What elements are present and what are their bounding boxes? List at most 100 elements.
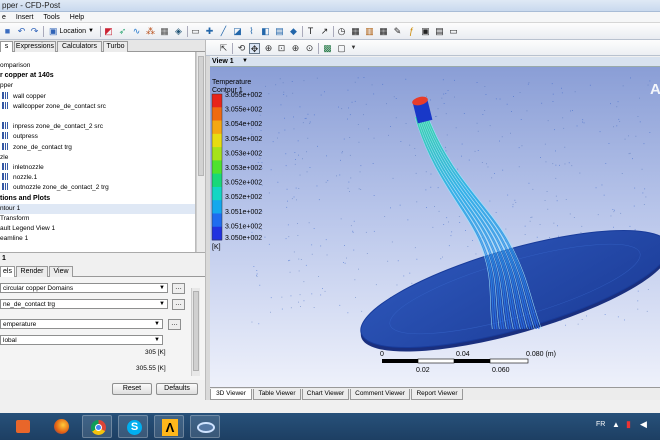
- vector-icon[interactable]: ➶: [117, 26, 128, 37]
- scrollbar-thumb[interactable]: [198, 56, 204, 176]
- taskbar-media-player[interactable]: [8, 415, 38, 438]
- menu-item-insert[interactable]: Insert: [16, 12, 34, 22]
- locations-select[interactable]: ne_de_contact trg ▼: [0, 299, 168, 309]
- tree-item[interactable]: Transform: [0, 214, 195, 224]
- tree-item[interactable]: eamline 1: [0, 234, 195, 244]
- tab-calculators[interactable]: Calculators: [57, 41, 102, 52]
- domains-select[interactable]: circular copper Domains ▼: [0, 283, 168, 293]
- save-icon[interactable]: ■: [2, 26, 13, 37]
- particle: [443, 93, 445, 95]
- domains-browse-button[interactable]: …: [172, 283, 185, 294]
- language-indicator[interactable]: FR: [596, 421, 605, 428]
- tree-scrollbar[interactable]: [196, 52, 205, 252]
- coordinate-frame-icon[interactable]: ↗: [319, 26, 330, 37]
- tree-item[interactable]: zle: [0, 153, 195, 163]
- reset-button[interactable]: Reset: [112, 383, 152, 395]
- contour-icon[interactable]: ◩: [103, 26, 114, 37]
- clock-icon[interactable]: ◷: [336, 26, 347, 37]
- taskbar-skype[interactable]: S: [118, 415, 148, 438]
- chevron-up-icon[interactable]: ▲: [612, 420, 620, 429]
- tab-view[interactable]: View: [49, 266, 73, 277]
- line-icon[interactable]: ╱: [218, 26, 229, 37]
- taskbar-firefox[interactable]: [46, 415, 76, 438]
- comment-icon[interactable]: ✎: [392, 26, 403, 37]
- plane-icon[interactable]: ▭: [190, 26, 201, 37]
- tree-item[interactable]: tions and Plots: [0, 194, 195, 204]
- zoom-box-icon[interactable]: ⊡: [276, 43, 287, 54]
- variable-icon[interactable]: ▣: [420, 26, 431, 37]
- surface-icon[interactable]: ◪: [232, 26, 243, 37]
- tree-item[interactable]: ault Legend View 1: [0, 224, 195, 234]
- tree-item[interactable]: outnozzle zone_de_contact_2 trg: [0, 183, 195, 193]
- taskbar-chrome[interactable]: [82, 415, 112, 438]
- tree-item[interactable]: wall copper: [0, 91, 195, 102]
- tab-turbo[interactable]: Turbo: [103, 41, 128, 52]
- particle: [628, 153, 630, 155]
- user-surface-icon[interactable]: ◧: [260, 26, 271, 37]
- chart-icon[interactable]: ▥: [364, 26, 375, 37]
- streamline-icon[interactable]: ∿: [131, 26, 142, 37]
- tree-item[interactable]: outpress: [0, 132, 195, 142]
- details-scrollbar[interactable]: [191, 288, 200, 376]
- polyline-icon[interactable]: ⌇: [246, 26, 257, 37]
- surface-group-icon[interactable]: ▤: [274, 26, 285, 37]
- undo-icon[interactable]: ↶: [16, 26, 27, 37]
- taskbar-ansys[interactable]: Λ: [154, 415, 184, 438]
- chevron-down-icon[interactable]: ▼: [348, 43, 359, 54]
- layout-icon[interactable]: ▢: [336, 43, 347, 54]
- rotate-icon[interactable]: ⟲: [236, 43, 247, 54]
- tab-render[interactable]: Render: [16, 266, 48, 277]
- command-icon[interactable]: ▭: [448, 26, 459, 37]
- tree-item[interactable]: omparison: [0, 61, 195, 71]
- tree-item[interactable]: inletnozzle: [0, 163, 195, 173]
- fit-view-icon[interactable]: ⊙: [304, 43, 315, 54]
- variable-browse-button[interactable]: …: [168, 319, 181, 330]
- menu-item-edit[interactable]: e: [2, 12, 6, 22]
- isosurface-icon[interactable]: ◈: [173, 26, 184, 37]
- defaults-button[interactable]: Defaults: [156, 383, 198, 395]
- tab-chart-viewer[interactable]: Chart Viewer: [302, 389, 349, 400]
- volume-icon[interactable]: ◀: [640, 419, 647, 430]
- location-dropdown[interactable]: ▣ Location ▼: [46, 25, 97, 38]
- network-icon[interactable]: ▮: [626, 419, 631, 430]
- view-selector[interactable]: View 1 ▼: [210, 57, 660, 67]
- tab-table-viewer[interactable]: Table Viewer: [253, 389, 301, 400]
- tree-item[interactable]: zone_de_contact trg: [0, 142, 195, 153]
- tab-expressions[interactable]: Expressions: [14, 41, 56, 52]
- tab-3d-viewer[interactable]: 3D Viewer: [210, 389, 252, 400]
- table-icon[interactable]: ▦: [378, 26, 389, 37]
- text-icon[interactable]: T: [305, 26, 316, 37]
- tree-item[interactable]: ntour 1: [0, 203, 195, 214]
- particle-track-icon[interactable]: ⁂: [145, 26, 156, 37]
- macro-icon[interactable]: ▤: [434, 26, 445, 37]
- pan-icon[interactable]: ✥: [249, 43, 260, 54]
- volume-icon[interactable]: ◆: [288, 26, 299, 37]
- menu-item-tools[interactable]: Tools: [43, 12, 59, 22]
- particle: [405, 123, 407, 124]
- menu-item-help[interactable]: Help: [70, 12, 84, 22]
- taskbar-cfd-post[interactable]: [190, 415, 220, 438]
- tab-report-viewer[interactable]: Report Viewer: [411, 389, 463, 400]
- tree-item[interactable]: inpress zone_de_contact_2 src: [0, 122, 195, 132]
- scrollbar-thumb[interactable]: [193, 291, 199, 371]
- calculator-icon[interactable]: ▦: [350, 26, 361, 37]
- point-icon[interactable]: ✚: [204, 26, 215, 37]
- variable-select[interactable]: emperature ▼: [0, 319, 163, 329]
- tab-comment-viewer[interactable]: Comment Viewer: [350, 389, 410, 400]
- tree-item[interactable]: nozzle.1: [0, 173, 195, 183]
- redo-icon[interactable]: ↷: [29, 26, 40, 37]
- range-select[interactable]: lobal ▼: [0, 335, 163, 345]
- 3d-viewport[interactable]: Temperature Contour 1 3.055e+002 3.055e+0…: [210, 67, 660, 387]
- tree-item[interactable]: pper: [0, 81, 195, 91]
- tree-item[interactable]: [0, 112, 195, 122]
- zoom-icon[interactable]: ⊕: [263, 43, 274, 54]
- select-icon[interactable]: ⇱: [218, 43, 229, 54]
- zoom-in-icon[interactable]: ⊕: [290, 43, 301, 54]
- volume-rendering-icon[interactable]: ▦: [159, 26, 170, 37]
- tree-item[interactable]: r copper at 140s: [0, 71, 195, 81]
- locations-browse-button[interactable]: …: [172, 299, 185, 310]
- expression-icon[interactable]: ƒ: [406, 26, 417, 37]
- tree-item[interactable]: wallcopper zone_de_contact src: [0, 101, 195, 112]
- cfd-scene[interactable]: Temperature Contour 1 3.055e+0023.055e+0…: [210, 67, 660, 387]
- probe-icon[interactable]: ▩: [322, 43, 333, 54]
